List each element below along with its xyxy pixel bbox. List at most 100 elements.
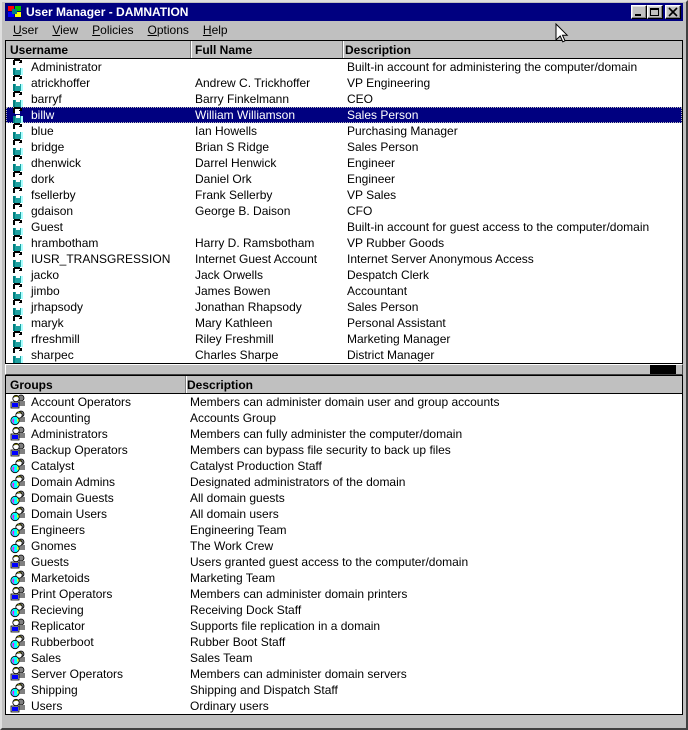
group-row[interactable]: Marketoids Marketing Team <box>6 570 682 586</box>
menu-help[interactable]: Help <box>196 21 235 40</box>
username-cell: barryf <box>31 92 62 106</box>
users-col-username: Username <box>10 43 68 57</box>
menu-user[interactable]: User <box>6 21 45 40</box>
fullname-cell: Frank Sellerby <box>195 188 272 202</box>
user-icon <box>10 235 26 251</box>
user-row[interactable]: jimbo James Bowen Accountant <box>6 283 682 299</box>
close-button[interactable] <box>665 5 681 19</box>
user-row[interactable]: rfreshmill Riley Freshmill Marketing Man… <box>6 331 682 347</box>
group-row[interactable]: Domain Users All domain users <box>6 506 682 522</box>
user-row[interactable]: hrambotham Harry D. Ramsbotham VP Rubber… <box>6 235 682 251</box>
username-cell: sharpec <box>31 348 74 362</box>
user-row[interactable]: dhenwick Darrel Henwick Engineer <box>6 155 682 171</box>
description-cell: District Manager <box>347 348 434 362</box>
group-row[interactable]: Gnomes The Work Crew <box>6 538 682 554</box>
group-row[interactable]: Account Operators Members can administer… <box>6 394 682 410</box>
minimize-button[interactable] <box>631 5 647 19</box>
group-row[interactable]: Guests Users granted guest access to the… <box>6 554 682 570</box>
user-row[interactable]: fsellerby Frank Sellerby VP Sales <box>6 187 682 203</box>
group-row[interactable]: Catalyst Catalyst Production Staff <box>6 458 682 474</box>
local-group-icon <box>10 426 26 442</box>
group-name-cell: Server Operators <box>31 667 123 681</box>
group-row[interactable]: Engineers Engineering Team <box>6 522 682 538</box>
group-row[interactable]: Recieving Receiving Dock Staff <box>6 602 682 618</box>
user-row[interactable]: gdaison George B. Daison CFO <box>6 203 682 219</box>
group-row[interactable]: Shipping Shipping and Dispatch Staff <box>6 682 682 698</box>
group-name-cell: Gnomes <box>31 539 76 553</box>
group-row[interactable]: Administrators Members can fully adminis… <box>6 426 682 442</box>
menu-options[interactable]: Options <box>141 21 196 40</box>
user-icon <box>10 315 26 331</box>
user-icon <box>10 155 26 171</box>
description-cell: Internet Server Anonymous Access <box>347 252 534 266</box>
group-description-cell: Members can administer domain printers <box>190 587 407 601</box>
menu-policies[interactable]: Policies <box>85 21 140 40</box>
username-cell: rfreshmill <box>31 332 80 346</box>
group-row[interactable]: Server Operators Members can administer … <box>6 666 682 682</box>
fullname-cell: Riley Freshmill <box>195 332 274 346</box>
username-cell: jrhapsody <box>31 300 83 314</box>
users-panel: Username Full Name Description Administr… <box>5 40 683 364</box>
group-description-cell: Members can bypass file security to back… <box>190 443 451 457</box>
description-cell: CFO <box>347 204 372 218</box>
user-row[interactable]: blue Ian Howells Purchasing Manager <box>6 123 682 139</box>
local-group-icon <box>10 698 26 714</box>
global-group-icon <box>10 682 26 698</box>
user-row[interactable]: jacko Jack Orwells Despatch Clerk <box>6 267 682 283</box>
user-row[interactable]: bridge Brian S Ridge Sales Person <box>6 139 682 155</box>
menu-view[interactable]: View <box>45 21 85 40</box>
group-row[interactable]: Rubberboot Rubber Boot Staff <box>6 634 682 650</box>
fullname-cell: George B. Daison <box>195 204 290 218</box>
group-description-cell: Users granted guest access to the comput… <box>190 555 468 569</box>
user-row[interactable]: billw William Williamson Sales Person <box>6 107 682 123</box>
user-row[interactable]: atrickhoffer Andrew C. Trickhoffer VP En… <box>6 75 682 91</box>
user-row[interactable]: barryf Barry Finkelmann CEO <box>6 91 682 107</box>
username-cell: fsellerby <box>31 188 76 202</box>
group-row[interactable]: Backup Operators Members can bypass file… <box>6 442 682 458</box>
global-group-icon <box>10 474 26 490</box>
username-cell: hrambotham <box>31 236 98 250</box>
pane-splitter[interactable] <box>5 364 683 375</box>
user-row[interactable]: maryk Mary Kathleen Personal Assistant <box>6 315 682 331</box>
description-cell: Purchasing Manager <box>347 124 458 138</box>
group-description-cell: Catalyst Production Staff <box>190 459 322 473</box>
user-row[interactable]: Guest Built-in account for guest access … <box>6 219 682 235</box>
group-description-cell: Members can administer domain user and g… <box>190 395 500 409</box>
group-row[interactable]: Replicator Supports file replication in … <box>6 618 682 634</box>
username-cell: atrickhoffer <box>31 76 90 90</box>
group-row[interactable]: Accounting Accounts Group <box>6 410 682 426</box>
maximize-button[interactable] <box>647 5 663 19</box>
groups-panel: Groups Description <box>5 375 683 715</box>
fullname-cell: Darrel Henwick <box>195 156 276 170</box>
group-row[interactable]: Users Ordinary users <box>6 698 682 714</box>
groups-header: Groups Description <box>6 376 682 394</box>
description-cell: Accountant <box>347 284 407 298</box>
fullname-cell: William Williamson <box>195 108 295 122</box>
minimize-icon <box>633 7 645 17</box>
group-name-cell: Recieving <box>31 603 84 617</box>
username-cell: bridge <box>31 140 64 154</box>
description-cell: Engineer <box>347 172 395 186</box>
group-name-cell: Domain Admins <box>31 475 115 489</box>
description-cell: Sales Person <box>347 140 418 154</box>
group-description-cell: Shipping and Dispatch Staff <box>190 683 338 697</box>
group-row[interactable]: Domain Admins Designated administrators … <box>6 474 682 490</box>
group-row[interactable]: Domain Guests All domain guests <box>6 490 682 506</box>
global-group-icon <box>10 634 26 650</box>
user-row[interactable]: Administrator Built-in account for admin… <box>6 59 682 75</box>
global-group-icon <box>10 522 26 538</box>
username-cell: billw <box>31 108 54 122</box>
group-name-cell: Replicator <box>31 619 85 633</box>
users-header: Username Full Name Description <box>6 41 682 59</box>
user-row[interactable]: sharpec Charles Sharpe District Manager <box>6 347 682 363</box>
user-icon <box>10 59 26 75</box>
group-row[interactable]: Print Operators Members can administer d… <box>6 586 682 602</box>
group-row[interactable]: Sales Sales Team <box>6 650 682 666</box>
global-group-icon <box>10 602 26 618</box>
user-row[interactable]: dork Daniel Ork Engineer <box>6 171 682 187</box>
user-row[interactable]: jrhapsody Jonathan Rhapsody Sales Person <box>6 299 682 315</box>
user-icon <box>10 267 26 283</box>
group-name-cell: Marketoids <box>31 571 90 585</box>
global-group-icon <box>10 570 26 586</box>
user-row[interactable]: IUSR_TRANSGRESSION Internet Guest Accoun… <box>6 251 682 267</box>
